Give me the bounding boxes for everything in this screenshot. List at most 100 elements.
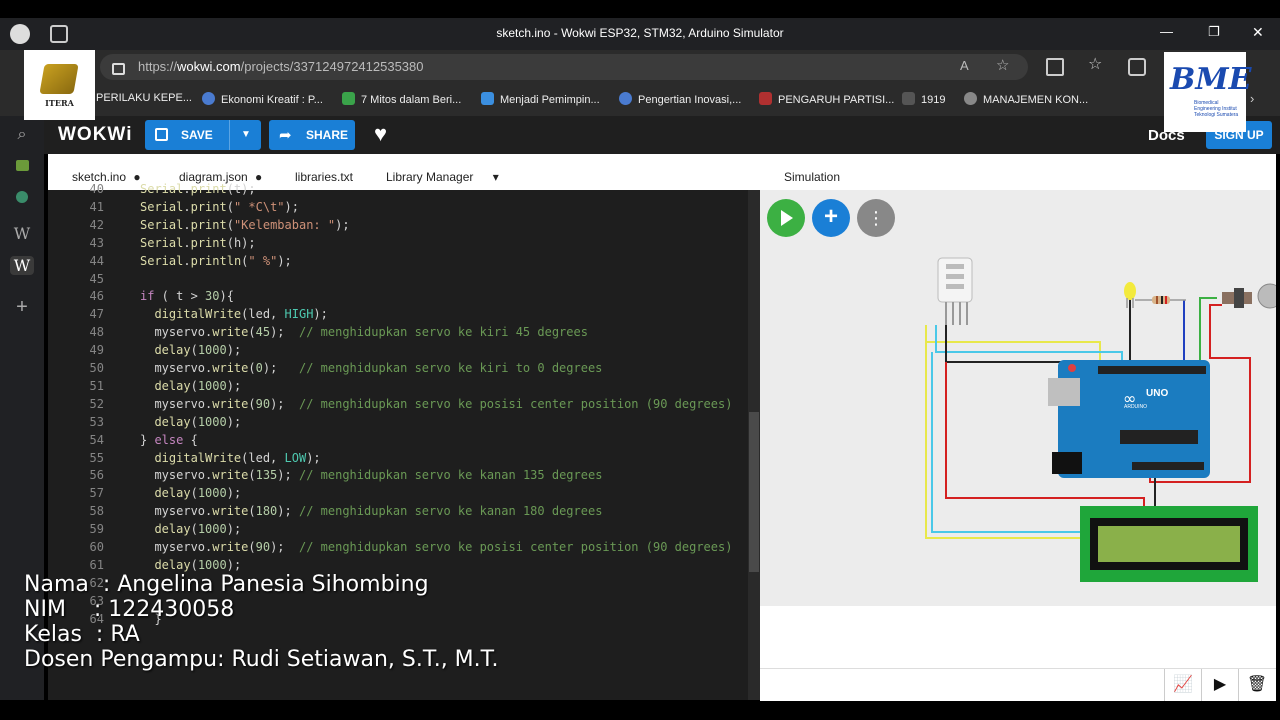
bookmark-item[interactable]: 7 Mitos dalam Beri... (342, 92, 461, 106)
read-aloud-icon[interactable]: A (960, 58, 969, 73)
favorite-star-icon[interactable]: ☆ (996, 56, 1009, 74)
simulation-canvas[interactable]: + ⋮ ∞ UNO ARDUINO (760, 190, 1276, 606)
line-number: 60 (89, 540, 104, 554)
code-line[interactable]: digitalWrite(led, HIGH); (140, 307, 327, 321)
line-number: 58 (89, 504, 104, 519)
code-line[interactable]: delay(1000); (140, 343, 241, 357)
code-line[interactable]: Serial.print(t); (140, 182, 256, 196)
code-line[interactable]: digitalWrite(led, LOW); (140, 451, 320, 465)
code-line[interactable]: myservo.write(45); // menghidupkan servo… (140, 325, 588, 339)
resume-play-icon[interactable]: ▶ (1201, 669, 1238, 701)
address-bar-row: https://wokwi.com/projects/3371249724125… (0, 50, 1280, 84)
code-line[interactable]: Serial.println(" %"); (140, 254, 292, 268)
bookmark-item[interactable]: 1919 (902, 92, 945, 106)
search-icon[interactable]: ⌕ (12, 126, 32, 144)
bookmark-item[interactable]: Menjadi Pemimpin... (481, 92, 600, 106)
minimize-button[interactable]: — (1160, 24, 1173, 39)
tab-menu-chevron-icon[interactable]: ▾ (493, 170, 499, 184)
code-line[interactable]: Serial.print("Kelembaban: "); (140, 218, 350, 232)
line-number: 59 (89, 522, 104, 537)
student-name-line: Nama : Angelina Panesia Sihombing (24, 572, 429, 597)
close-window-button[interactable]: ✕ (1252, 24, 1264, 41)
line-number: 46 (89, 289, 104, 304)
lcd-display[interactable] (1080, 506, 1258, 582)
line-number: 47 (89, 307, 104, 322)
wokwi-logo[interactable]: WOKWi (58, 124, 132, 146)
share-button[interactable]: ➦ SHARE (269, 120, 355, 150)
line-number: 42 (89, 217, 104, 232)
arduino-uno-board[interactable]: ∞ UNO ARDUINO (1048, 360, 1210, 478)
code-line[interactable]: myservo.write(0); // menghidupkan servo … (140, 361, 602, 375)
itera-logo: ITERA (24, 50, 95, 120)
save-button[interactable]: SAVE ▼ (145, 120, 261, 150)
wokwi-header: WOKWi SAVE ▼ ➦ SHARE ♥ Docs SIGN UP (44, 116, 1280, 154)
split-screen-icon[interactable] (1046, 58, 1064, 76)
line-number: 56 (89, 468, 104, 483)
code-line[interactable]: myservo.write(135); // menghidupkan serv… (140, 468, 602, 482)
bookmark-item[interactable]: PERILAKU KEPE... (96, 92, 192, 104)
bookmark-item[interactable]: MANAJEMEN KON... (964, 92, 1088, 106)
simulation-toolbar: 📈 ▶ 🗑 (760, 668, 1276, 701)
servo-motor[interactable] (1222, 283, 1276, 309)
bookmark-favicon-icon (964, 92, 977, 105)
bme-logo: BME Biomedical Engineering Institut Tekn… (1164, 52, 1251, 132)
collections-icon[interactable] (1128, 58, 1146, 76)
code-line[interactable]: delay(1000); (140, 379, 241, 393)
wokwi-active-app-icon[interactable]: W (10, 256, 34, 275)
line-number: 44 (89, 253, 104, 268)
line-number: 49 (89, 343, 104, 358)
restore-button[interactable]: ❐ (1208, 24, 1220, 40)
resistor[interactable] (1135, 296, 1186, 304)
scrollbar-thumb[interactable] (749, 412, 759, 572)
chart-icon[interactable]: 📈 (1164, 669, 1201, 701)
line-number: 41 (89, 199, 104, 214)
address-bar[interactable]: https://wokwi.com/projects/3371249724125… (100, 54, 1028, 80)
code-line[interactable]: myservo.write(90); // menghidupkan servo… (140, 540, 732, 554)
line-number: 43 (89, 235, 104, 250)
student-nim-line: NIM : 122430058 (24, 597, 235, 622)
save-dropdown-chevron-icon[interactable]: ▼ (229, 120, 262, 150)
tab-libraries-txt[interactable]: libraries.txt (295, 170, 353, 184)
itera-emblem-icon (39, 64, 79, 94)
add-app-icon[interactable]: + (12, 296, 32, 319)
code-line[interactable]: myservo.write(180); // menghidupkan serv… (140, 504, 602, 518)
bookmark-favicon-icon (481, 92, 494, 105)
line-number: 53 (89, 414, 104, 429)
code-line[interactable]: delay(1000); (140, 486, 241, 500)
line-number: 45 (89, 271, 104, 286)
bookmark-item[interactable]: Pengertian Inovasi,... (619, 92, 741, 106)
url-text: https://wokwi.com/projects/3371249724125… (138, 59, 424, 74)
code-line[interactable]: Serial.print(" *C\t"); (140, 200, 299, 214)
code-line[interactable]: if ( t > 30){ (140, 289, 234, 303)
line-number: 54 (89, 432, 104, 447)
wokwi-app-icon[interactable]: W (12, 224, 32, 243)
trash-icon[interactable]: 🗑 (1238, 669, 1275, 701)
window-title: sketch.ino - Wokwi ESP32, STM32, Arduino… (496, 26, 784, 40)
code-line[interactable]: delay(1000); (140, 558, 241, 572)
code-line[interactable]: } else { (140, 433, 198, 447)
tab-library-manager[interactable]: Library Manager ▾ (386, 170, 499, 184)
line-number: 51 (89, 378, 104, 393)
globe-icon (202, 92, 215, 105)
lecturer-line: Dosen Pengampu: Rudi Setiawan, S.T., M.T… (24, 647, 499, 672)
arduino-label: ARDUINO (1124, 404, 1147, 410)
sidebar-app-icon[interactable] (12, 190, 32, 208)
like-heart-icon[interactable]: ♥ (374, 121, 387, 147)
uno-label: UNO (1146, 388, 1168, 399)
code-line[interactable]: myservo.write(90); // menghidupkan servo… (140, 397, 732, 411)
browser-title-bar: sketch.ino - Wokwi ESP32, STM32, Arduino… (0, 18, 1280, 50)
class-line: Kelas : RA (24, 622, 140, 647)
code-line[interactable]: delay(1000); (140, 522, 241, 536)
code-line[interactable]: Serial.print(h); (140, 236, 256, 250)
bookmark-item[interactable]: PENGARUH PARTISI... (759, 92, 894, 106)
dht22-sensor[interactable] (937, 257, 973, 325)
bookmark-item[interactable]: Ekonomi Kreatif : P... (202, 92, 323, 106)
line-number: 57 (89, 486, 104, 501)
line-number: 61 (89, 557, 104, 572)
image-app-icon[interactable] (12, 158, 32, 176)
favorites-icon[interactable]: ☆ (1088, 54, 1102, 74)
line-number: 40 (89, 182, 104, 196)
code-line[interactable]: delay(1000); (140, 415, 241, 429)
line-number: 50 (89, 361, 104, 375)
editor-scrollbar[interactable] (748, 190, 760, 700)
